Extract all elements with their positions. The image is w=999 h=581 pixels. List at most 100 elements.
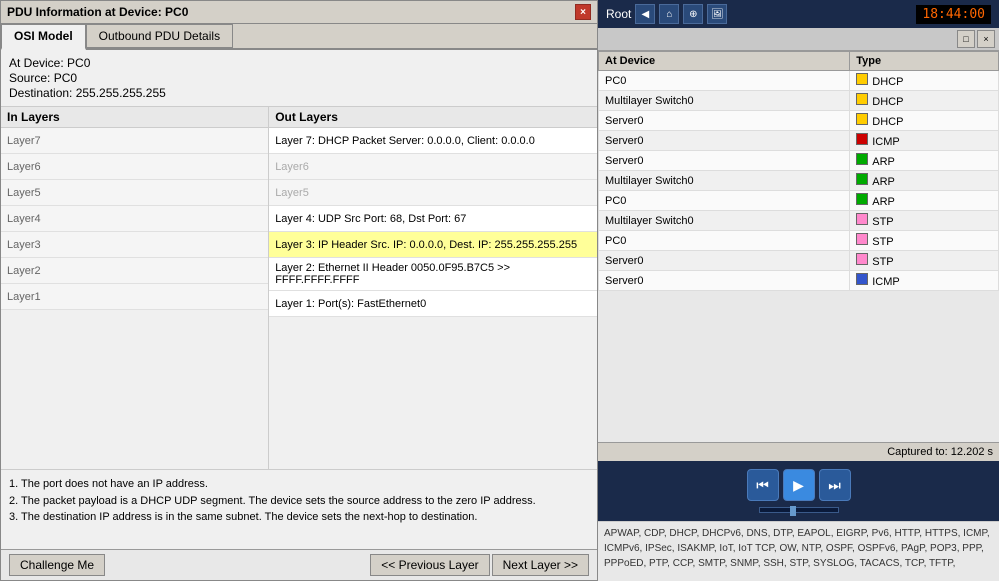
root-label: Root	[606, 7, 631, 21]
table-row[interactable]: Server0ICMP	[599, 271, 999, 291]
table-row[interactable]: Multilayer Switch0DHCP	[599, 91, 999, 111]
pdu-panel: PDU Information at Device: PC0 × OSI Mod…	[0, 0, 598, 581]
out-layers: Out Layers Layer 7: DHCP Packet Server: …	[269, 107, 597, 469]
cell-type: ARP	[850, 151, 999, 171]
table-row[interactable]: PC0STP	[599, 231, 999, 251]
captured-to-value: 12.202 s	[951, 446, 993, 458]
source: Source: PC0	[9, 71, 589, 85]
type-color-dot	[856, 253, 868, 265]
note-2: 2. The packet payload is a DHCP UDP segm…	[9, 493, 589, 510]
right-panel: Root ◀ ⌂ ⊕ 🖼 18:44:00 □ × At Device Type…	[598, 0, 999, 581]
prev-layer-button[interactable]: << Previous Layer	[370, 554, 489, 576]
cell-type: ARP	[850, 171, 999, 191]
cell-type: ARP	[850, 191, 999, 211]
cell-type: STP	[850, 251, 999, 271]
challenge-me-button[interactable]: Challenge Me	[9, 554, 105, 576]
protocols-area: APWAP, CDP, DHCP, DHCPv6, DNS, DTP, EAPO…	[598, 521, 999, 581]
type-color-dot	[856, 273, 868, 285]
nav-buttons: << Previous Layer Next Layer >>	[370, 554, 589, 576]
in-layer-5: Layer5	[1, 180, 268, 206]
out-layer-1[interactable]: Layer 1: Port(s): FastEthernet0	[269, 291, 597, 317]
out-layer-6: Layer6	[269, 154, 597, 180]
in-layers: In Layers Layer7 Layer6 Layer5 Layer4 La…	[1, 107, 269, 469]
table-row[interactable]: PC0DHCP	[599, 71, 999, 91]
type-color-dot	[856, 233, 868, 245]
right-header: Root ◀ ⌂ ⊕ 🖼 18:44:00	[598, 0, 999, 28]
in-layer-3: Layer3	[1, 232, 268, 258]
col-at-device: At Device	[599, 52, 850, 71]
cell-device: Server0	[599, 151, 850, 171]
cell-type: DHCP	[850, 111, 999, 131]
note-3: 3. The destination IP address is in the …	[9, 509, 589, 526]
table-row[interactable]: Server0ICMP	[599, 131, 999, 151]
playback-back-button[interactable]: ⏮	[747, 469, 779, 501]
home-icon[interactable]: ⌂	[659, 4, 679, 24]
close-button[interactable]: ×	[977, 30, 995, 48]
cell-device: Multilayer Switch0	[599, 91, 850, 111]
event-table: At Device Type PC0DHCPMultilayer Switch0…	[598, 51, 999, 442]
playback-area: ⏮ ▶ ⏭	[598, 461, 999, 521]
out-layer-5: Layer5	[269, 180, 597, 206]
pdu-title-bar: PDU Information at Device: PC0 ×	[1, 1, 597, 24]
playback-controls: ⏮ ▶ ⏭	[747, 469, 851, 501]
captured-to-label: Captured to:	[887, 446, 948, 458]
tab-osi-model[interactable]: OSI Model	[1, 24, 86, 50]
cell-device: Multilayer Switch0	[599, 171, 850, 191]
in-layer-2: Layer2	[1, 258, 268, 284]
captured-to: Captured to: 12.202 s	[598, 442, 999, 461]
restore-button[interactable]: □	[957, 30, 975, 48]
col-type: Type	[850, 52, 999, 71]
pdu-info: At Device: PC0 Source: PC0 Destination: …	[1, 50, 597, 107]
header-left: Root ◀ ⌂ ⊕ 🖼	[606, 4, 727, 24]
cell-device: Server0	[599, 271, 850, 291]
playback-forward-button[interactable]: ⏭	[819, 469, 851, 501]
in-layer-1: Layer1	[1, 284, 268, 310]
image-icon[interactable]: 🖼	[707, 4, 727, 24]
cell-type: DHCP	[850, 91, 999, 111]
out-layer-2[interactable]: Layer 2: Ethernet II Header 0050.0F95.B7…	[269, 258, 597, 291]
time-display: 18:44:00	[916, 5, 991, 24]
type-color-dot	[856, 173, 868, 185]
right-toolbar: □ ×	[598, 28, 999, 51]
type-color-dot	[856, 93, 868, 105]
globe-icon[interactable]: ⊕	[683, 4, 703, 24]
cell-type: DHCP	[850, 71, 999, 91]
cell-device: PC0	[599, 191, 850, 211]
cell-device: Server0	[599, 251, 850, 271]
next-layer-button[interactable]: Next Layer >>	[492, 554, 589, 576]
type-color-dot	[856, 153, 868, 165]
out-layer-3[interactable]: Layer 3: IP Header Src. IP: 0.0.0.0, Des…	[269, 232, 597, 258]
progress-indicator	[790, 506, 796, 516]
in-layer-6: Layer6	[1, 154, 268, 180]
pdu-tabs: OSI Model Outbound PDU Details	[1, 24, 597, 50]
cell-device: PC0	[599, 71, 850, 91]
out-layer-7[interactable]: Layer 7: DHCP Packet Server: 0.0.0.0, Cl…	[269, 128, 597, 154]
cell-device: Multilayer Switch0	[599, 211, 850, 231]
out-layer-4[interactable]: Layer 4: UDP Src Port: 68, Dst Port: 67	[269, 206, 597, 232]
pdu-close-button[interactable]: ×	[575, 4, 591, 20]
destination: Destination: 255.255.255.255	[9, 86, 589, 100]
protocols-text: APWAP, CDP, DHCP, DHCPv6, DNS, DTP, EAPO…	[604, 528, 990, 569]
tab-outbound-pdu[interactable]: Outbound PDU Details	[86, 24, 233, 48]
at-device: At Device: PC0	[9, 56, 589, 70]
table-row[interactable]: Server0DHCP	[599, 111, 999, 131]
cell-device: Server0	[599, 111, 850, 131]
table-row[interactable]: Multilayer Switch0STP	[599, 211, 999, 231]
type-color-dot	[856, 73, 868, 85]
cell-device: PC0	[599, 231, 850, 251]
table-row[interactable]: PC0ARP	[599, 191, 999, 211]
table-row[interactable]: Server0STP	[599, 251, 999, 271]
cell-type: STP	[850, 211, 999, 231]
table-row[interactable]: Server0ARP	[599, 151, 999, 171]
bottom-bar: Challenge Me << Previous Layer Next Laye…	[1, 549, 597, 580]
cell-type: ICMP	[850, 271, 999, 291]
in-layer-7: Layer7	[1, 128, 268, 154]
table-row[interactable]: Multilayer Switch0ARP	[599, 171, 999, 191]
back-icon[interactable]: ◀	[635, 4, 655, 24]
notes-area: 1. The port does not have an IP address.…	[1, 469, 597, 549]
type-color-dot	[856, 113, 868, 125]
playback-play-button[interactable]: ▶	[783, 469, 815, 501]
type-color-dot	[856, 213, 868, 225]
cell-type: ICMP	[850, 131, 999, 151]
layers-container: In Layers Layer7 Layer6 Layer5 Layer4 La…	[1, 107, 597, 469]
